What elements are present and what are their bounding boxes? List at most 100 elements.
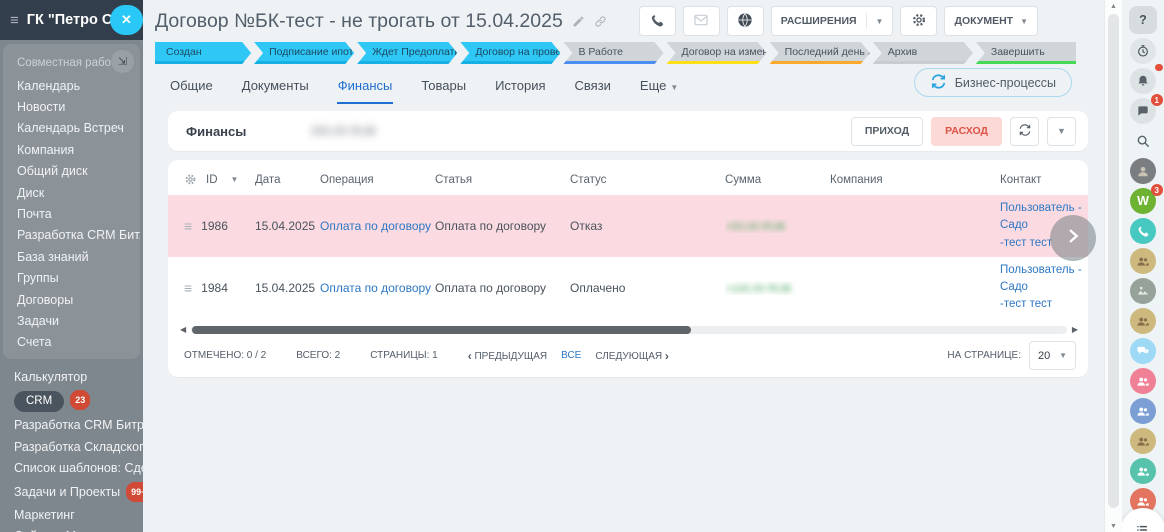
sidebar-item[interactable]: Разработка CRM Бит... bbox=[3, 225, 140, 246]
rail-help-button[interactable]: ? bbox=[1129, 6, 1157, 34]
rail-time-tracker-button[interactable] bbox=[1130, 38, 1156, 64]
sidebar-item[interactable]: CRM 23 bbox=[0, 387, 143, 414]
mail-button[interactable] bbox=[682, 6, 720, 36]
tab-Финансы[interactable]: Финансы bbox=[336, 69, 394, 104]
prev-page-link[interactable]: ‹ ПРЕДЫДУЩАЯ bbox=[468, 349, 547, 363]
rail-notifications-button[interactable] bbox=[1130, 64, 1163, 94]
sidebar-item[interactable]: База знаний bbox=[3, 246, 140, 267]
sidebar-item[interactable]: Компания bbox=[3, 139, 140, 160]
stage-todo[interactable]: Завершить bbox=[975, 42, 1076, 64]
tab-Еще[interactable]: Еще ▼ bbox=[639, 69, 679, 104]
column-header-Дата[interactable]: Дата bbox=[255, 174, 320, 186]
next-page-link[interactable]: СЛЕДУЮЩАЯ › bbox=[595, 349, 669, 363]
scroll-up-arrow-icon[interactable]: ▲ bbox=[1110, 3, 1117, 10]
contact-link[interactable]: Пользователь - Садо bbox=[1000, 262, 1084, 297]
sidebar-item[interactable]: Диск bbox=[3, 182, 140, 203]
contact-link[interactable]: -тест тест bbox=[1000, 296, 1084, 313]
horizontal-scrollbar-track[interactable] bbox=[191, 325, 1067, 334]
tab-История[interactable]: История bbox=[494, 69, 546, 104]
sidebar-item[interactable]: Задачи bbox=[3, 310, 140, 331]
call-button[interactable] bbox=[638, 6, 676, 36]
scroll-right-button[interactable] bbox=[1050, 215, 1096, 261]
hamburger-icon[interactable]: ≡ bbox=[10, 13, 19, 28]
document-button[interactable]: ДОКУМЕНТ ▼ bbox=[944, 6, 1038, 36]
rail-group-blue-button[interactable] bbox=[1130, 398, 1156, 424]
expense-button[interactable]: РАСХОД bbox=[931, 116, 1002, 146]
rail-group-avatar-1-button[interactable] bbox=[1130, 248, 1156, 274]
rail-messenger-button[interactable]: 1 bbox=[1130, 94, 1163, 124]
sidebar-item[interactable]: Маркетинг bbox=[0, 504, 143, 525]
per-page-select[interactable]: 20 ▼ bbox=[1029, 341, 1076, 370]
refresh-button[interactable] bbox=[1010, 116, 1039, 146]
sidebar-item[interactable]: Новости bbox=[3, 96, 140, 117]
tab-Общие[interactable]: Общие bbox=[169, 69, 214, 104]
sidebar-item[interactable]: Общий диск bbox=[3, 161, 140, 182]
stage-done[interactable]: Подписание ипотеки bbox=[254, 42, 354, 64]
sidebar-item[interactable]: Задачи и Проекты 99+ bbox=[0, 479, 143, 504]
globe-button[interactable] bbox=[726, 6, 764, 36]
edit-pencil-icon[interactable] bbox=[572, 15, 585, 28]
drag-handle-icon[interactable]: ≡ bbox=[184, 219, 192, 233]
sidebar-item[interactable]: Договоры bbox=[3, 289, 140, 310]
stage-done[interactable]: Договор на проверке bbox=[460, 42, 560, 64]
copy-link-icon[interactable] bbox=[594, 15, 607, 28]
rail-photo-avatar-button[interactable] bbox=[1130, 278, 1156, 304]
stage-done[interactable]: Создан bbox=[155, 42, 251, 64]
sidebar-section-header[interactable]: Совместная работа ▴ ⇲ bbox=[3, 46, 140, 75]
rail-search-button[interactable] bbox=[1130, 128, 1156, 154]
rail-rail-menu-button[interactable] bbox=[1122, 508, 1164, 532]
drag-handle-icon[interactable]: ≡ bbox=[184, 281, 192, 295]
sidebar-item[interactable]: Календарь bbox=[3, 75, 140, 96]
operation-link[interactable]: Оплата по договору bbox=[320, 281, 431, 295]
sidebar-item[interactable]: Счета bbox=[3, 332, 140, 353]
sidebar-item[interactable]: Сайты и Магазины bbox=[0, 526, 143, 532]
sidebar-item[interactable]: Группы bbox=[3, 268, 140, 289]
rail-user-avatar-button[interactable] bbox=[1130, 158, 1156, 184]
rail-group-pink-button[interactable] bbox=[1130, 368, 1156, 394]
scroll-down-arrow-icon[interactable]: ▼ bbox=[1110, 523, 1117, 530]
tab-Связи[interactable]: Связи bbox=[574, 69, 612, 104]
column-header-Контакт[interactable]: Контакт bbox=[1000, 174, 1088, 186]
collapse-panel-button[interactable]: ▼ bbox=[1047, 116, 1076, 146]
rail-telephony-button[interactable] bbox=[1130, 218, 1156, 244]
stage-done[interactable]: Ждет Предоплаты bbox=[357, 42, 457, 64]
sidebar-close-button[interactable]: ✕ bbox=[110, 5, 143, 35]
column-header-Компания[interactable]: Компания bbox=[830, 174, 1000, 186]
column-header-Сумма[interactable]: Сумма bbox=[725, 174, 830, 186]
rail-workspace-w-button[interactable]: W3 bbox=[1130, 184, 1163, 214]
sidebar-item-label: Калькулятор bbox=[14, 369, 88, 384]
stage-todo[interactable]: Последний день жизни ... bbox=[770, 42, 870, 64]
vertical-scrollbar-thumb[interactable] bbox=[1108, 14, 1119, 508]
stage-todo[interactable]: В Работе bbox=[563, 42, 663, 64]
column-header-Операция[interactable]: Операция bbox=[320, 174, 435, 186]
rail-chat-channel-button[interactable] bbox=[1130, 338, 1156, 364]
scroll-right-arrow-icon[interactable]: ▶ bbox=[1072, 325, 1078, 334]
sidebar-item[interactable]: Почта bbox=[3, 203, 140, 224]
grid-settings-gear-icon[interactable] bbox=[184, 173, 197, 186]
all-pages-link[interactable]: ВСЕ bbox=[561, 350, 581, 361]
sidebar-item[interactable]: Разработка Складского у... bbox=[0, 436, 143, 457]
sidebar-item[interactable]: Список шаблонов: Сделка bbox=[0, 458, 143, 479]
stage-todo[interactable]: Архив bbox=[873, 42, 973, 64]
settings-button[interactable] bbox=[900, 6, 938, 36]
vertical-scrollbar-track[interactable] bbox=[1105, 12, 1122, 521]
operation-link[interactable]: Оплата по договору bbox=[320, 219, 431, 233]
column-header-Статус[interactable]: Статус bbox=[570, 174, 725, 186]
sidebar-item[interactable]: Календарь Встреч bbox=[3, 118, 140, 139]
rail-group-teal-button[interactable] bbox=[1130, 458, 1156, 484]
sidebar-collapse-button[interactable]: ⇲ bbox=[111, 50, 134, 73]
sidebar-item[interactable]: Калькулятор bbox=[0, 366, 143, 387]
stage-todo[interactable]: Договор на изменении bbox=[667, 42, 767, 64]
extensions-button[interactable]: РАСШИРЕНИЯ ▼ bbox=[770, 6, 894, 36]
tab-Документы[interactable]: Документы bbox=[241, 69, 310, 104]
scroll-left-arrow-icon[interactable]: ◀ bbox=[180, 325, 186, 334]
sidebar-item[interactable]: Разработка CRM Битрикс... bbox=[0, 415, 143, 436]
column-header-id[interactable]: ID ▼ bbox=[168, 173, 255, 186]
rail-group-avatar-3-button[interactable] bbox=[1130, 428, 1156, 454]
column-header-Статья[interactable]: Статья bbox=[435, 174, 570, 186]
income-button[interactable]: ПРИХОД bbox=[850, 116, 924, 146]
tab-Товары[interactable]: Товары bbox=[420, 69, 467, 104]
horizontal-scrollbar-thumb[interactable] bbox=[192, 325, 692, 334]
business-process-button[interactable]: Бизнес-процессы bbox=[913, 68, 1072, 97]
rail-group-avatar-2-button[interactable] bbox=[1130, 308, 1156, 334]
